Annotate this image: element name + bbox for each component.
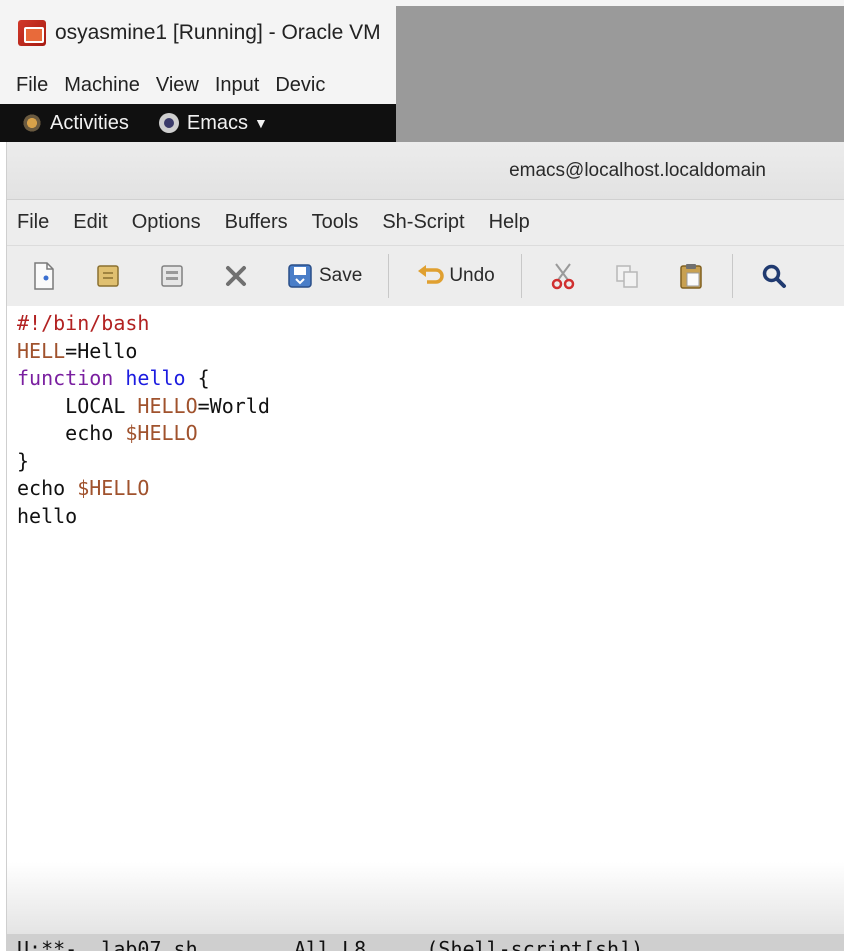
screen-occluder xyxy=(396,6,844,142)
function-call: hello xyxy=(17,503,78,528)
code-line: HELL=Hello xyxy=(17,338,844,366)
assignment-value: =Hello xyxy=(65,338,138,363)
code-line: function hello { xyxy=(17,365,844,393)
search-icon xyxy=(759,261,789,291)
undo-icon xyxy=(415,261,445,291)
vbox-menu-devices[interactable]: Devic xyxy=(275,74,325,97)
toolbar-separator xyxy=(388,254,390,298)
paste-icon xyxy=(676,261,706,291)
variable-name: HELL xyxy=(17,338,66,363)
vbox-menu-file[interactable]: File xyxy=(16,74,48,97)
emacs-menu-buffers[interactable]: Buffers xyxy=(225,211,288,234)
copy-button[interactable] xyxy=(604,254,650,298)
brace: { xyxy=(185,366,210,390)
open-folder-button[interactable] xyxy=(85,254,131,298)
editor-buffer[interactable]: #!/bin/bash HELL=Hello function hello { … xyxy=(7,306,844,906)
undo-button[interactable]: Undo xyxy=(407,254,502,298)
bottom-fade xyxy=(7,862,844,934)
vbox-window-title: osyasmine1 [Running] - Oracle VM xyxy=(55,21,381,44)
paste-button[interactable] xyxy=(668,254,714,298)
activities-icon xyxy=(22,113,42,133)
emacs-menu-help[interactable]: Help xyxy=(489,211,530,234)
new-file-icon xyxy=(29,261,59,291)
variable-name: HELLO xyxy=(137,393,198,418)
directory-icon xyxy=(157,261,187,291)
mode-line: U:**- lab07.sh All L8 (Shell-script[sh]) xyxy=(7,934,844,951)
echo-command: echo xyxy=(17,421,126,445)
cut-button[interactable] xyxy=(540,254,586,298)
folder-icon xyxy=(93,261,123,291)
toolbar-separator xyxy=(520,254,522,298)
variable-reference: $HELLO xyxy=(125,421,198,445)
save-icon xyxy=(285,261,315,291)
variable-reference: $HELLO xyxy=(77,476,150,500)
caret-down-icon: ▼ xyxy=(254,115,268,131)
emacs-menu-sh-script[interactable]: Sh-Script xyxy=(382,211,464,234)
code-line: LOCAL HELLO=World xyxy=(17,393,844,421)
code-line: } xyxy=(17,448,844,476)
assignment-value: =World xyxy=(197,393,270,418)
undo-label: Undo xyxy=(449,265,495,286)
brace: } xyxy=(17,448,30,473)
emacs-menu-file[interactable]: File xyxy=(17,211,49,234)
vbox-menu-machine[interactable]: Machine xyxy=(64,74,140,97)
app-menu-button[interactable]: Emacs ▼ xyxy=(158,111,268,135)
activities-label: Activities xyxy=(50,111,129,134)
echo-command: echo xyxy=(17,476,78,500)
emacs-icon xyxy=(158,113,179,133)
emacs-window-title: emacs@localhost.localdomain xyxy=(509,159,766,181)
code-line: #!/bin/bash xyxy=(17,310,844,338)
vbox-menu-view[interactable]: View xyxy=(156,74,199,97)
emacs-window: emacs@localhost.localdomain File Edit Op… xyxy=(6,142,844,951)
new-file-button[interactable] xyxy=(21,254,67,298)
dired-button[interactable] xyxy=(149,254,195,298)
gnome-topbar: Activities Emacs ▼ xyxy=(0,104,396,142)
scissors-icon xyxy=(548,261,578,291)
emacs-titlebar[interactable]: emacs@localhost.localdomain xyxy=(7,142,844,200)
shebang-comment: #!/bin/bash xyxy=(17,311,150,335)
copy-icon xyxy=(612,261,642,291)
local-statement: LOCAL xyxy=(17,393,138,418)
emacs-menubar: File Edit Options Buffers Tools Sh-Scrip… xyxy=(7,200,844,246)
save-button[interactable]: Save xyxy=(277,254,370,298)
close-buffer-button[interactable] xyxy=(213,254,259,298)
emacs-menu-options[interactable]: Options xyxy=(132,211,201,234)
search-button[interactable] xyxy=(751,254,797,298)
code-line: echo $HELLO xyxy=(17,420,844,448)
activities-button[interactable]: Activities xyxy=(22,112,129,135)
emacs-menu-edit[interactable]: Edit xyxy=(73,211,107,234)
function-name: hello xyxy=(125,366,186,390)
code-line: echo $HELLO xyxy=(17,475,844,503)
app-menu-label: Emacs xyxy=(186,111,249,134)
emacs-menu-tools[interactable]: Tools xyxy=(312,211,359,234)
close-icon xyxy=(221,261,251,291)
function-keyword: function xyxy=(17,366,114,390)
virtualbox-app-icon xyxy=(18,20,46,46)
toolbar-separator xyxy=(731,254,733,298)
emacs-toolbar: Save Undo xyxy=(7,246,844,306)
code-line: hello xyxy=(17,503,844,531)
save-label: Save xyxy=(319,265,363,286)
vbox-menu-input[interactable]: Input xyxy=(215,74,259,97)
